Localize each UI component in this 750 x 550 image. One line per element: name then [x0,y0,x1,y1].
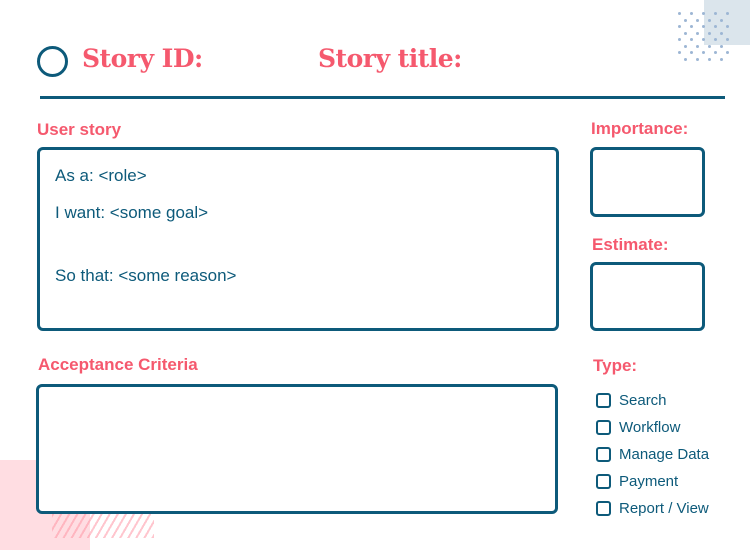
estimate-label: Estimate: [592,235,669,254]
decorative-dot [708,44,711,48]
user-story-role-line: As a: <role> [55,166,147,185]
decorative-dot [714,38,717,41]
decorative-dot [678,25,681,28]
acceptance-criteria-field[interactable] [36,384,558,514]
decorative-dot [690,12,693,15]
decorative-dot [702,38,705,41]
decorative-dot [720,18,723,22]
decorative-dot [726,25,729,28]
decorative-dot [702,12,705,15]
decorative-dot [684,57,687,61]
checkbox-icon[interactable] [596,474,611,489]
decorative-dot-grid [678,12,750,62]
decorative-dot [678,12,681,15]
decorative-dot [690,51,693,54]
header-divider [40,96,725,99]
story-title-label: Story title: [318,44,462,73]
decorative-dot [726,12,729,15]
acceptance-criteria-label: Acceptance Criteria [38,355,198,374]
decorative-dot [696,31,699,35]
type-option-manage-data[interactable]: Manage Data [596,441,709,468]
story-id-label: Story ID: [82,44,203,73]
type-option-label: Report / View [619,500,709,517]
type-option-report-view[interactable]: Report / View [596,495,709,522]
decorative-dot [720,31,723,35]
type-checkbox-list: Search Workflow Manage Data Payment Repo… [596,387,709,522]
user-story-goal-line: I want: <some goal> [55,203,209,222]
checkbox-icon[interactable] [596,420,611,435]
decorative-dot [684,44,687,48]
decorative-dot [690,38,693,41]
decorative-dot [678,51,681,54]
decorative-dot [714,51,717,54]
decorative-dot [720,57,723,61]
decorative-dot [684,18,687,22]
type-option-label: Payment [619,473,679,490]
type-label: Type: [593,356,638,375]
type-option-label: Search [619,392,667,409]
type-option-workflow[interactable]: Workflow [596,414,709,441]
decorative-dot [726,38,729,41]
decorative-dot [720,44,723,48]
user-story-field[interactable]: As a: <role> I want: <some goal> So that… [37,147,559,331]
decorative-dot [714,12,717,15]
story-circle-icon [37,46,68,77]
importance-field[interactable] [590,147,705,217]
decorative-dot [708,57,711,61]
checkbox-icon[interactable] [596,501,611,516]
checkbox-icon[interactable] [596,447,611,462]
decorative-dot [708,18,711,22]
importance-label: Importance: [591,119,689,138]
decorative-dot [690,25,693,28]
decorative-dot [726,51,729,54]
decorative-dot [702,51,705,54]
estimate-field[interactable] [590,262,705,331]
type-option-label: Manage Data [619,446,710,463]
decorative-dot [696,44,699,48]
user-story-label: User story [37,120,122,139]
decorative-dot [678,38,681,41]
decorative-dot [696,57,699,61]
type-option-payment[interactable]: Payment [596,468,709,495]
type-option-label: Workflow [619,419,681,436]
decorative-dot [714,25,717,28]
decorative-hatch-pattern [52,514,154,538]
type-option-search[interactable]: Search [596,387,709,414]
decorative-dot [684,31,687,35]
decorative-dot [702,25,705,28]
checkbox-icon[interactable] [596,393,611,408]
user-story-reason-line: So that: <some reason> [55,266,237,285]
decorative-dot [696,18,699,22]
decorative-dot [708,31,711,35]
